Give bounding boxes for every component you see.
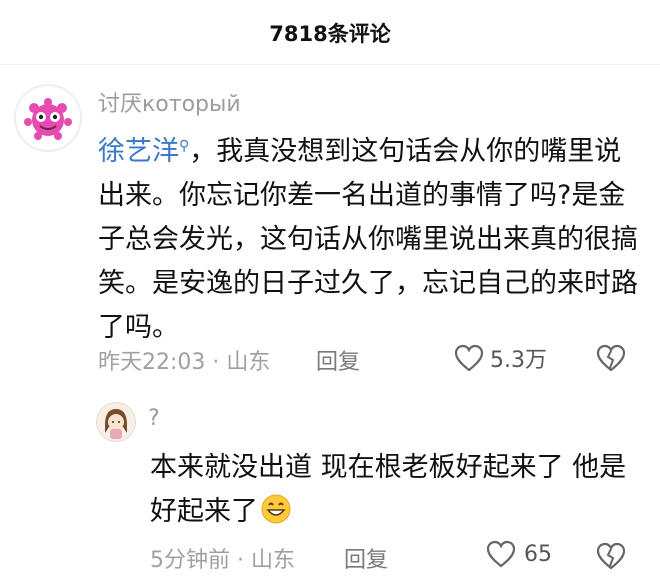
comment-username[interactable]: ? [148,406,160,431]
grinning-face-emoji-icon [260,493,292,539]
mention-link[interactable]: 徐艺洋⚲ [98,136,189,167]
comment-meta: 昨天22:03 · 山东 [98,350,271,375]
comment-time: 昨天22:03 [98,350,206,375]
dislike-button[interactable] [596,542,626,574]
reply-button[interactable]: 回复 [344,542,388,574]
broken-heart-icon [596,542,626,570]
comment-username[interactable]: 讨厌который [98,86,241,118]
reply-button[interactable]: 回复 [316,344,360,376]
search-icon: ⚲ [179,138,190,154]
comment-location: 山东 [226,350,271,375]
like-button[interactable]: 5.3万 [454,342,547,374]
like-count: 5.3万 [490,348,547,373]
comment-count-title: 7818条评论 [269,22,391,46]
pink-monster-avatar-icon [24,98,72,140]
heart-icon [486,540,516,568]
heart-icon [454,344,484,372]
header-divider [0,64,660,65]
like-button[interactable]: 65 [486,540,552,568]
cartoon-girl-avatar-icon [105,409,127,439]
comment-text: 本来就没出道 现在根老板好起来了 他是好起来了 [150,446,630,539]
dislike-button[interactable] [596,344,626,376]
avatar[interactable] [14,84,82,152]
comment-text: 徐艺洋⚲，我真没想到这句话会从你的嘴里说出来。你忘记你差一名出道的事情了吗?是金… [98,136,638,343]
avatar[interactable] [96,402,136,442]
comment-time: 5分钟前 [150,548,230,573]
like-count: 65 [524,541,552,567]
comment-location: 山东 [250,548,295,573]
broken-heart-icon [596,344,626,372]
comment-meta: 5分钟前 · 山东 [150,548,295,573]
